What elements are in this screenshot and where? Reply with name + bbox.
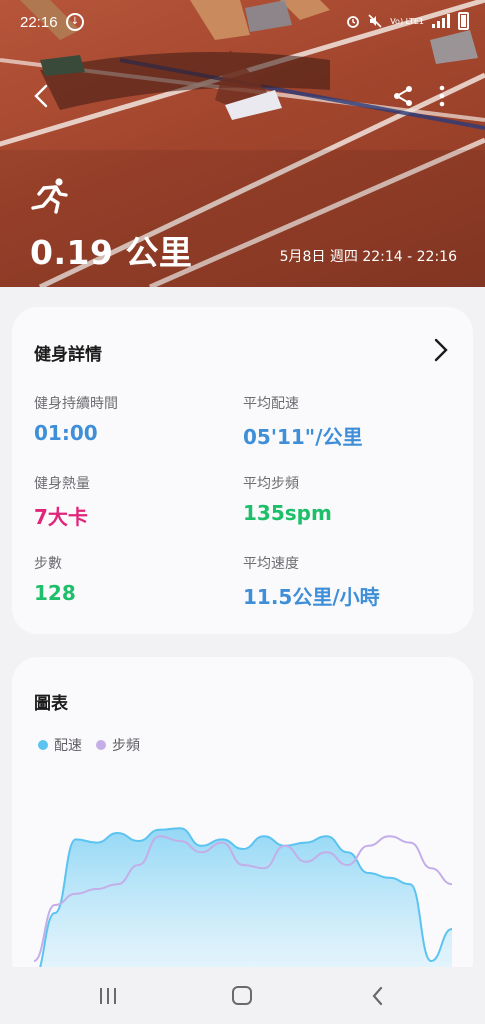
signal-icon: [432, 14, 450, 28]
chevron-right-icon[interactable]: [430, 337, 452, 363]
running-icon: [31, 178, 68, 214]
metric-value: 135spm: [243, 501, 332, 525]
workout-details-card[interactable]: 健身詳情 健身持續時間 01:00 平均配速 05'11"/公里 健身熱量 7大…: [12, 307, 473, 634]
pace-cadence-chart: [33, 827, 453, 987]
metric-avg-pace: 平均配速 05'11"/公里: [243, 393, 453, 450]
metric-label: 步數: [34, 556, 62, 572]
pace-area: [34, 828, 452, 987]
metric-avg-speed: 平均速度 11.5公里/小時: [243, 553, 453, 610]
details-title: 健身詳情: [34, 345, 102, 365]
home-icon[interactable]: [230, 985, 254, 1007]
metric-avg-cadence: 平均步頻 135spm: [243, 473, 453, 525]
status-time: 22:16: [20, 14, 58, 31]
metric-value: 05'11"/公里: [243, 425, 363, 449]
system-navigation-bar: [0, 967, 485, 1024]
more-options-icon[interactable]: [432, 84, 452, 108]
metric-value: 01:00: [34, 421, 98, 445]
mute-icon: [368, 14, 382, 28]
metric-steps: 步數 128: [34, 553, 244, 605]
metric-value: 128: [34, 581, 76, 605]
network-label: Vo) LTE1: [390, 16, 424, 26]
share-icon[interactable]: [391, 84, 415, 108]
metric-label: 健身熱量: [34, 476, 90, 492]
back-icon[interactable]: [366, 985, 390, 1007]
metric-label: 平均速度: [243, 556, 299, 572]
workout-datetime: 5月8日 週四 22:14 - 22:16: [279, 249, 457, 265]
status-bar: 22:16 ↓ Vo) LTE1: [0, 0, 485, 44]
download-icon: ↓: [66, 13, 84, 31]
battery-icon: [458, 12, 469, 30]
metric-duration: 健身持續時間 01:00: [34, 393, 244, 445]
metric-label: 平均配速: [243, 396, 299, 412]
chart-card: 圖表 配速 步頻: [12, 657, 473, 987]
metric-label: 平均步頻: [243, 476, 299, 492]
alarm-icon: [347, 16, 360, 28]
metric-calories: 健身熱量 7大卡: [34, 473, 244, 530]
workout-distance: 0.19 公里: [30, 233, 193, 272]
metric-value: 11.5公里/小時: [243, 585, 380, 609]
metric-value: 7大卡: [34, 505, 88, 529]
metric-label: 健身持續時間: [34, 396, 118, 412]
back-arrow-icon[interactable]: [28, 82, 56, 110]
hero-banner: 22:16 ↓ Vo) LTE1 0.19 公里 5月8日 週四 22:14 -…: [0, 0, 485, 287]
recents-icon[interactable]: [96, 985, 120, 1007]
